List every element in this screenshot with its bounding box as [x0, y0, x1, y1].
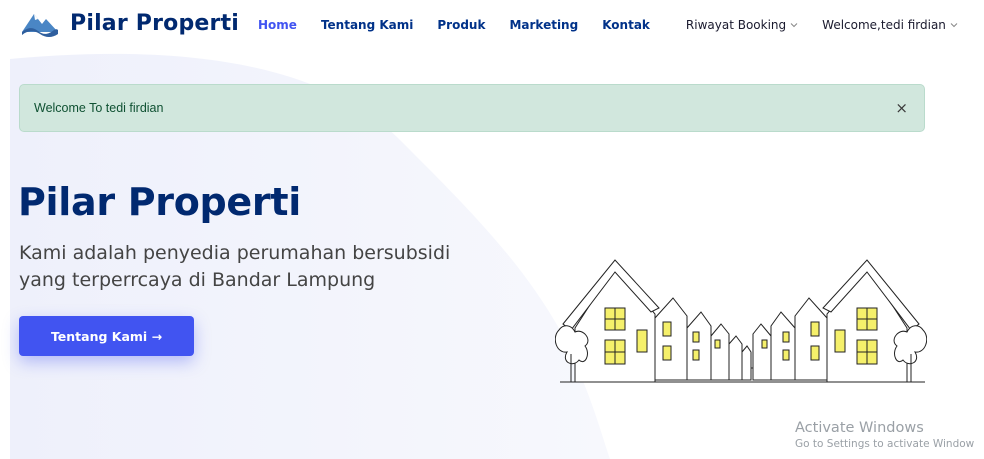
alert-message: Welcome To tedi firdian: [34, 101, 164, 115]
hero-background: [0, 0, 610, 459]
brand-name: Pilar Properti: [70, 10, 240, 36]
brand-logo[interactable]: Pilar Properti: [20, 8, 239, 38]
nav-item-produk[interactable]: Produk: [437, 18, 485, 32]
hero-title: Pilar Properti: [18, 180, 301, 224]
nav-item-home[interactable]: Home: [258, 18, 297, 32]
watermark-subtitle: Go to Settings to activate Window: [795, 438, 975, 450]
close-icon[interactable]: ×: [895, 99, 908, 117]
chevron-down-icon: [950, 23, 958, 28]
welcome-alert: Welcome To tedi firdian ×: [19, 84, 925, 132]
nav-item-kontak[interactable]: Kontak: [602, 18, 650, 32]
tentang-kami-button[interactable]: Tentang Kami →: [19, 316, 194, 356]
nav-item-tentang-kami[interactable]: Tentang Kami: [321, 18, 413, 32]
user-dropdown[interactable]: Welcome,tedi firdian: [822, 18, 958, 32]
hero-subtitle: Kami adalah penyedia perumahan bersubsid…: [19, 242, 451, 291]
riwayat-booking-label: Riwayat Booking: [685, 18, 787, 32]
windows-activation-watermark: Activate Windows Go to Settings to activ…: [795, 420, 974, 450]
navbar: Pilar Properti Home Tentang Kami Produk …: [0, 0, 984, 52]
user-dropdown-label: Welcome,tedi firdian: [822, 18, 946, 32]
riwayat-booking-dropdown[interactable]: Riwayat Booking: [686, 18, 798, 32]
watermark-title: Activate Windows: [795, 420, 924, 436]
houses-illustration: [555, 259, 927, 383]
wave-mountain-icon: [22, 14, 58, 37]
main-nav: Home Tentang Kami Produk Marketing Konta…: [258, 18, 982, 32]
chevron-down-icon: [790, 23, 798, 28]
nav-item-marketing[interactable]: Marketing: [509, 18, 578, 32]
